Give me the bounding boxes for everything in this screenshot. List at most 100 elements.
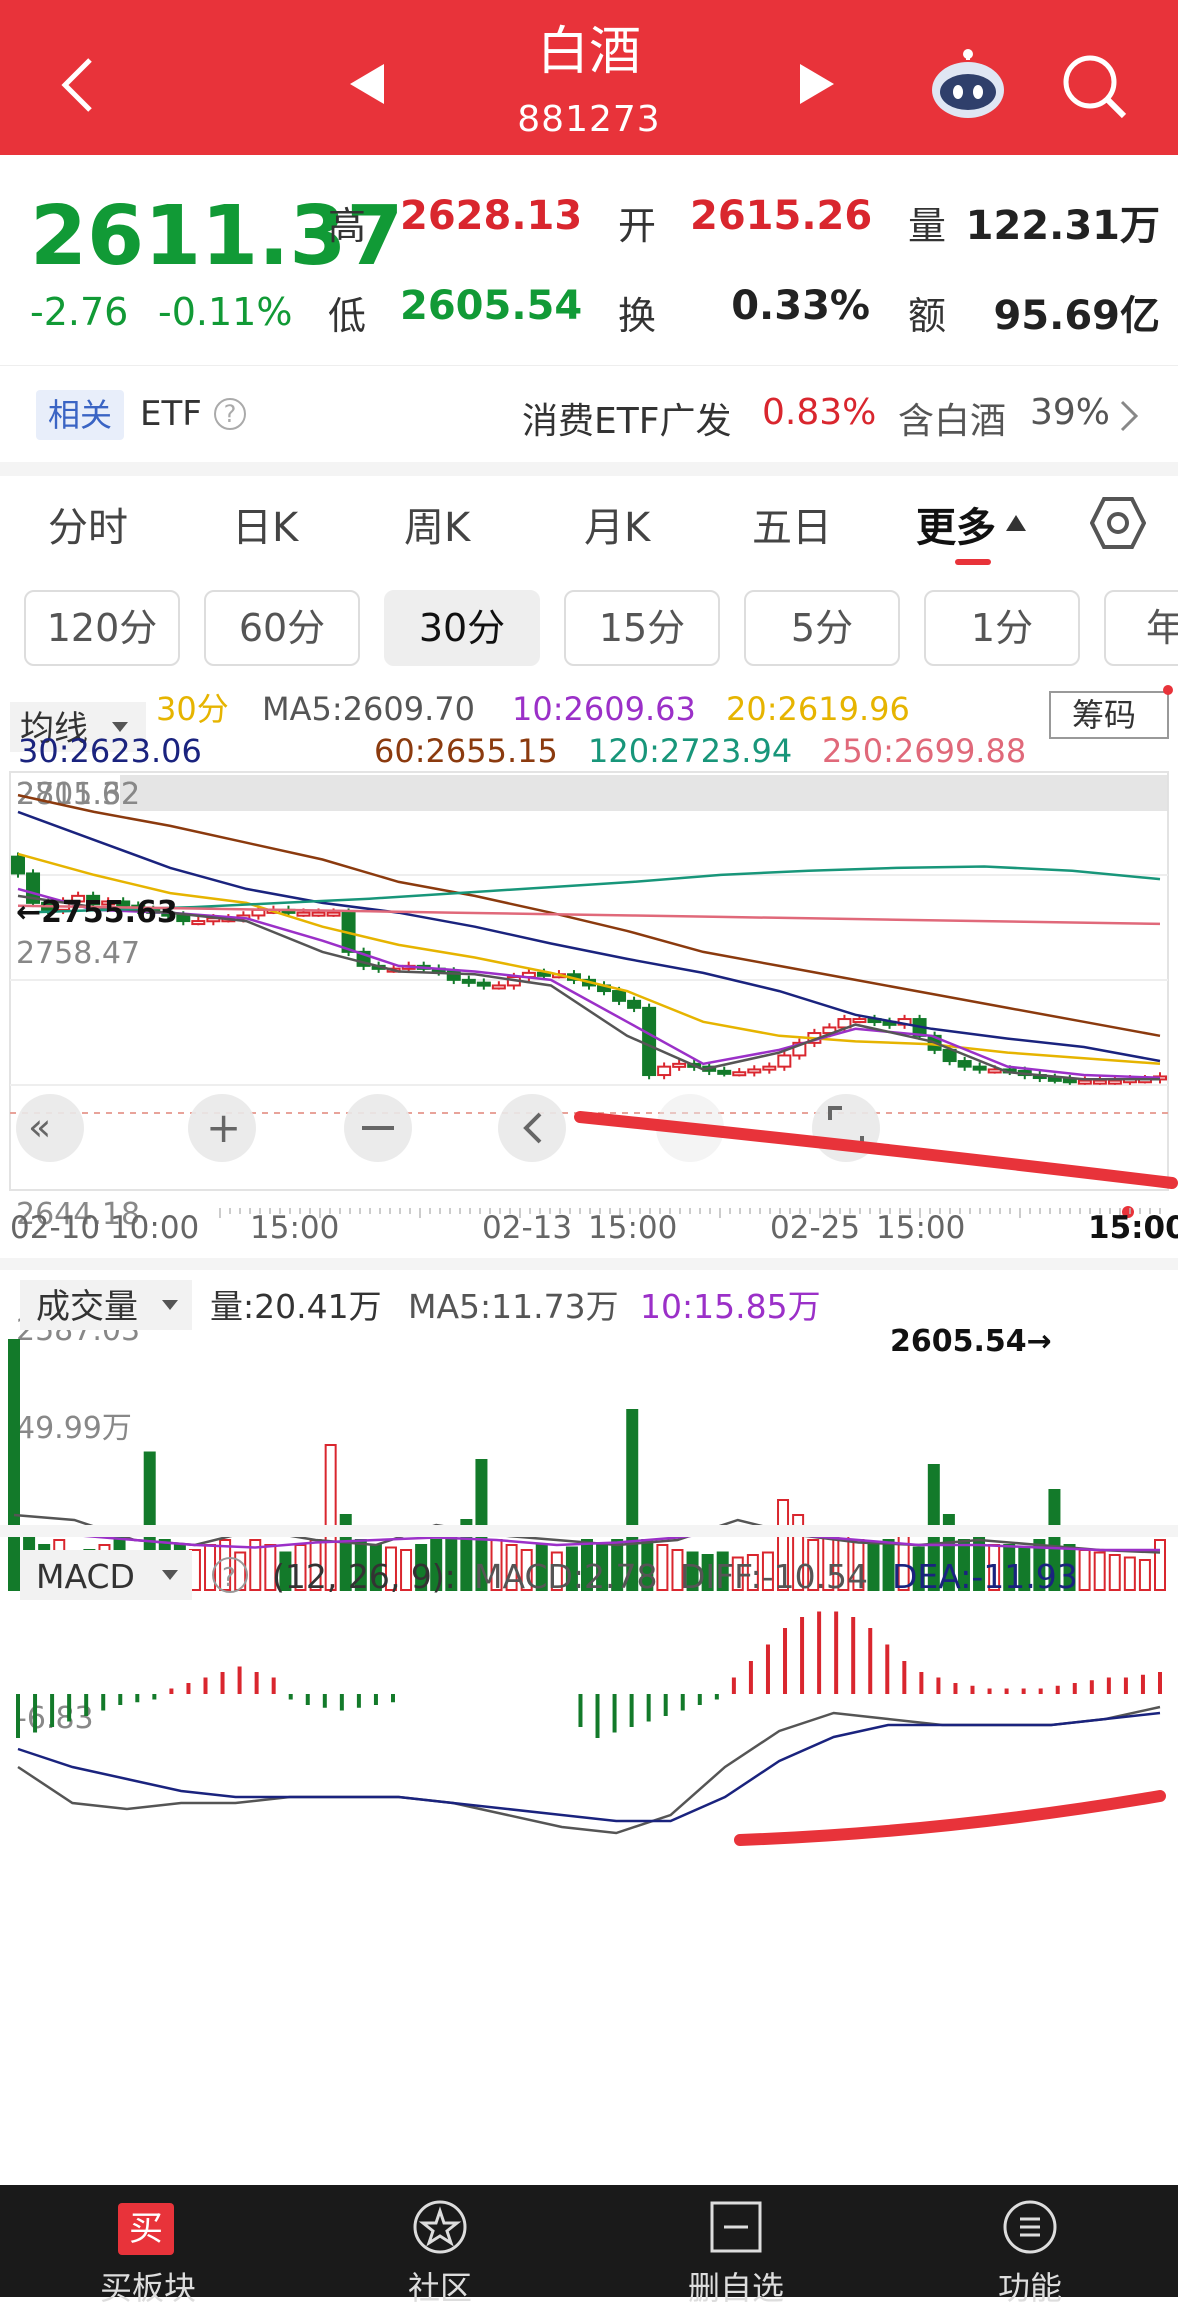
ma10-value: 10:2609.63 [512, 690, 696, 728]
candle-body [191, 920, 206, 926]
low-annotation: 2605.54→ [890, 1324, 1052, 1359]
nav-remove-watchlist[interactable]: 删自选 [636, 2185, 836, 2307]
volume-bar [1093, 1551, 1106, 1591]
hand-drawn-mark [734, 1790, 1166, 1846]
price-axis-label: 2701.32 [16, 777, 140, 812]
nav-community[interactable]: 社区 [340, 2185, 540, 2307]
candle-body [612, 990, 627, 1002]
candle-body [657, 1065, 672, 1077]
time-axis-label: 02-10 10:00 [10, 1210, 199, 1246]
candle-body [717, 1069, 732, 1075]
chip-band [120, 775, 1168, 811]
ma60-value: 60:2655.15 [374, 732, 558, 770]
tab-more[interactable]: 更多 [916, 495, 996, 553]
dea-line [17, 1711, 1161, 1823]
time-axis-label: 02-25 [770, 1210, 860, 1246]
volume-ma5: MA5:11.73万 [408, 1287, 619, 1326]
etf-fund-pct: 0.83% [762, 392, 877, 433]
candle-body [1092, 1079, 1107, 1085]
dea-value: DEA:-11.93 [892, 1557, 1078, 1596]
ma30-line [17, 810, 1161, 1063]
turnover-value: 0.33% [731, 283, 870, 329]
amount-label: 额 [908, 294, 947, 338]
tab-weekly-k[interactable]: 周K [404, 495, 470, 553]
nav-label: 买板块 [99, 2269, 196, 2307]
candle-body [491, 984, 506, 990]
volume-bar [204, 1544, 217, 1591]
volume-bar [867, 1544, 880, 1591]
ma5-value: MA5:2609.70 [262, 690, 475, 728]
period-1m[interactable]: 1分 [924, 590, 1080, 666]
tab-intraday[interactable]: 分时 [48, 495, 128, 553]
chart-tabs: 分时 日K 周K 月K 五日 更多 [0, 475, 1178, 585]
volume-bar [1108, 1554, 1121, 1591]
period-120m[interactable]: 120分 [24, 590, 180, 666]
nav-label: 删自选 [687, 2269, 784, 2307]
volume-selector-label: 成交量 [36, 1287, 138, 1327]
macd-value: MACD:2.78 [474, 1557, 658, 1596]
candle-body [11, 855, 25, 875]
diff-value: DIFF:-10.54 [680, 1557, 868, 1596]
tab-five-day[interactable]: 五日 [752, 495, 832, 553]
search-icon[interactable] [1060, 52, 1130, 122]
help-icon[interactable]: ? [214, 398, 246, 430]
related-tag: 相关 [36, 390, 125, 440]
time-axis-label: 15:00 [588, 1210, 677, 1246]
star-icon [413, 2200, 467, 2254]
candle-body [326, 911, 341, 917]
candle-body [1047, 1076, 1062, 1082]
plus-glyph: + [206, 1103, 241, 1152]
volume-label: 量 [908, 204, 947, 248]
candle-body [777, 1054, 792, 1068]
open-value: 2615.26 [690, 193, 873, 239]
candle-body [1107, 1079, 1122, 1085]
period-5m[interactable]: 5分 [744, 590, 900, 666]
candle-body [642, 1006, 657, 1077]
period-year[interactable]: 年 [1104, 590, 1178, 666]
ma-period: 30分 [156, 690, 229, 728]
help-glyph: ? [222, 1563, 236, 1593]
period-30m[interactable]: 30分 [384, 590, 540, 666]
period-15m[interactable]: 15分 [564, 590, 720, 666]
chips-label: 筹码 [1072, 696, 1136, 734]
divider [0, 462, 1178, 476]
ma250-value: 250:2699.88 [822, 732, 1026, 770]
next-arrow-icon[interactable] [800, 64, 834, 104]
time-axis-label: 15:00 [250, 1210, 339, 1246]
high-annotation: ←2755.63 [16, 895, 178, 930]
tab-monthly-k[interactable]: 月K [584, 495, 650, 553]
candle-body [852, 1018, 867, 1024]
step-left-icon[interactable] [498, 1094, 566, 1162]
volume-bar [8, 1339, 20, 1591]
nav-buy-sector[interactable]: 买 买板块 [48, 2185, 248, 2307]
volume-bar [1123, 1556, 1136, 1591]
quote-panel: 2611.37 -2.76 -0.11% 高 2628.13 开 2615.26… [0, 155, 1178, 365]
bottom-nav: 买 买板块 社区 删自选 功能 [0, 2185, 1178, 2307]
chevron-right-icon[interactable] [1118, 398, 1140, 434]
low-value: 2605.54 [400, 283, 583, 329]
candle-body [972, 1065, 987, 1071]
volume-value: 122.31万 [965, 203, 1160, 249]
macd-selector-label: MACD [36, 1557, 135, 1596]
nav-functions[interactable]: 功能 [930, 2185, 1130, 2307]
related-etf-row[interactable]: 相关 ETF ? 消费ETF广发 0.83% 含白酒 39% [0, 365, 1178, 465]
kline-chart-area[interactable]: 均线 30分 MA5:2609.70 10:2609.63 20:2619.96… [0, 680, 1178, 2180]
notification-dot [1163, 685, 1173, 695]
volume-ma10: 10:15.85万 [640, 1287, 821, 1326]
period-60m[interactable]: 60分 [204, 590, 360, 666]
caret-up-icon [1006, 515, 1026, 531]
price-axis-label: 2758.47 [16, 936, 140, 971]
candle-body [476, 981, 491, 987]
candle-body [176, 914, 191, 923]
etf-fund-name[interactable]: 消费ETF广发 [522, 392, 731, 444]
volume-bar [656, 1544, 669, 1591]
tab-daily-k[interactable]: 日K [232, 495, 298, 553]
macd-params: (12, 26, 9): [272, 1557, 456, 1596]
time-axis-ticks [219, 1208, 1161, 1218]
settings-hex-icon[interactable] [1090, 495, 1146, 551]
holding-label: 含白酒 [898, 401, 1007, 442]
candle-body [762, 1065, 777, 1071]
etf-label: ETF [140, 394, 202, 434]
robot-icon[interactable] [928, 48, 1008, 122]
candle-body [957, 1060, 972, 1068]
